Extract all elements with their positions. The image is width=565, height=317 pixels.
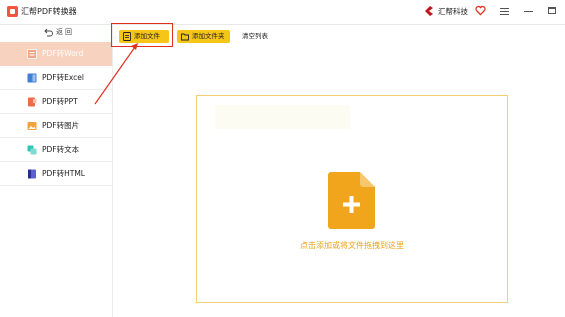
sidebar-item-label: PDF转文本 <box>42 145 80 154</box>
sidebar-item-pdf-to-image[interactable]: PDF转图片 <box>0 114 112 138</box>
sidebar: 返回 PDF转Word PDF转Excel PDF转PPT PDF转图片 PDF… <box>0 25 113 317</box>
sidebar-item-pdf-to-html[interactable]: PDF转HTML <box>0 162 112 186</box>
excel-icon <box>27 73 37 83</box>
image-icon <box>27 122 37 130</box>
sidebar-item-label: PDF转图片 <box>42 121 80 130</box>
highlight-annotation <box>111 23 173 47</box>
back-arrow-icon <box>44 28 53 37</box>
sidebar-item-label: PDF转Excel <box>42 73 84 82</box>
brand-logo-icon <box>425 6 433 16</box>
brand-name: 汇帮科技 <box>438 7 468 16</box>
add-file-icon[interactable] <box>328 172 375 229</box>
app-logo-icon <box>7 6 18 17</box>
word-icon <box>27 49 37 59</box>
sidebar-item-pdf-to-ppt[interactable]: PDF转PPT <box>0 90 112 114</box>
sidebar-item-label: PDF转PPT <box>42 97 78 106</box>
text-icon <box>27 145 37 155</box>
folder-icon <box>181 33 189 41</box>
add-folder-label: 添加文件夹 <box>192 32 225 40</box>
app-title: 汇帮PDF转换器 <box>21 7 77 16</box>
add-folder-button[interactable]: 添加文件夹 <box>177 30 230 43</box>
ppt-icon <box>28 97 37 107</box>
title-bar: 汇帮PDF转换器 汇帮科技 <box>0 0 565 25</box>
minimize-icon[interactable] <box>524 11 533 12</box>
heart-icon[interactable] <box>475 5 486 16</box>
ghost-watermark <box>215 105 350 129</box>
clear-list-button[interactable]: 清空列表 <box>242 30 268 43</box>
drop-hint-text: 点击添加或将文件拖拽到这里 <box>300 241 404 250</box>
back-label: 返回 <box>56 28 74 36</box>
sidebar-item-pdf-to-text[interactable]: PDF转文本 <box>0 138 112 162</box>
menu-icon[interactable] <box>500 7 509 16</box>
sidebar-item-label: PDF转Word <box>42 49 84 58</box>
maximize-icon[interactable] <box>548 7 556 14</box>
back-button[interactable]: 返回 <box>0 25 112 40</box>
sidebar-item-label: PDF转HTML <box>42 169 85 178</box>
html-icon <box>28 169 36 179</box>
sidebar-item-pdf-to-word[interactable]: PDF转Word <box>0 42 112 66</box>
sidebar-item-pdf-to-excel[interactable]: PDF转Excel <box>0 66 112 90</box>
